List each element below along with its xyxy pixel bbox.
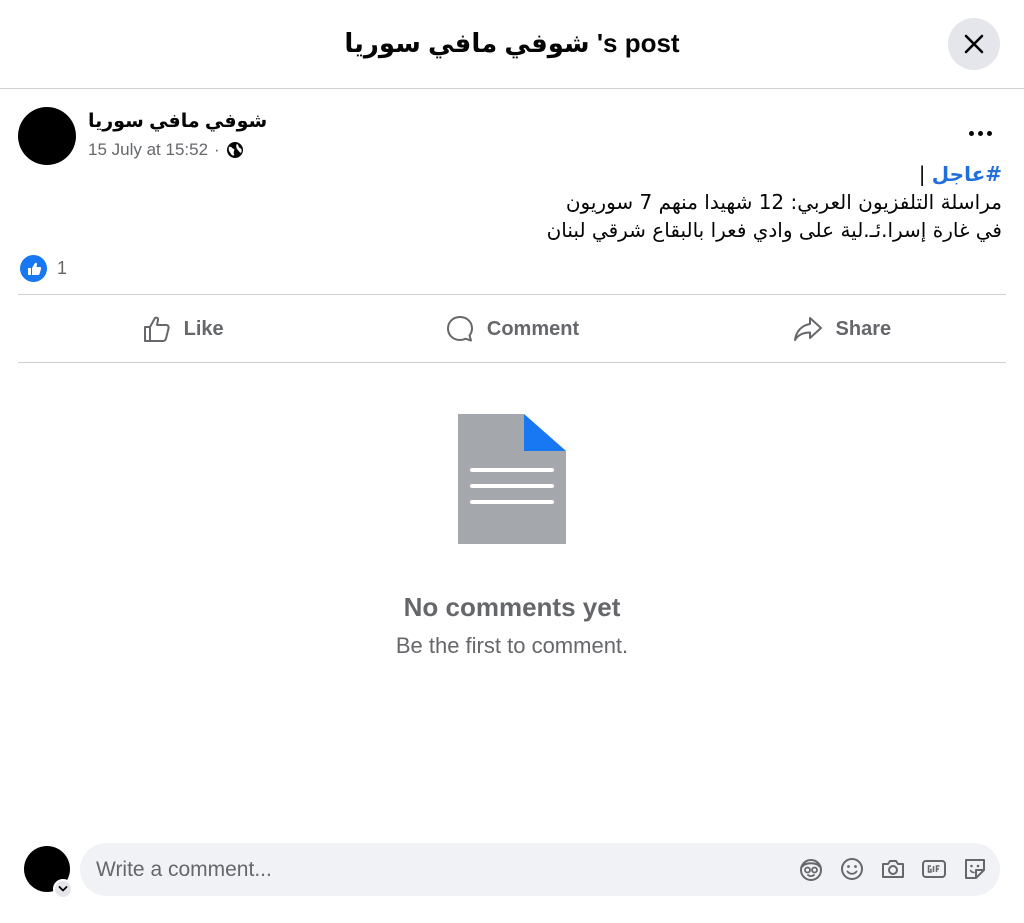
- gif-icon: [921, 859, 946, 878]
- comment-input[interactable]: [96, 843, 776, 896]
- comment-composer: [80, 843, 1000, 896]
- chevron-down-icon: [58, 886, 68, 892]
- gif-button[interactable]: [920, 855, 947, 882]
- camera-icon: [881, 859, 904, 878]
- share-icon: [793, 317, 822, 341]
- reaction-count: 1: [57, 258, 68, 278]
- avatar-switch-button[interactable]: [53, 879, 73, 899]
- avatar-sticker-button[interactable]: [797, 855, 824, 882]
- like-button[interactable]: Like: [18, 296, 347, 362]
- post-meta: 15 July at 15:52 ·: [88, 140, 244, 160]
- reaction-summary[interactable]: 1: [20, 255, 67, 282]
- post-options-button[interactable]: [960, 118, 1000, 148]
- like-reaction-icon: [20, 255, 47, 282]
- empty-comments-title: No comments yet: [403, 592, 621, 622]
- globe-icon[interactable]: [226, 141, 244, 159]
- empty-comments-subtitle: Be the first to comment.: [395, 633, 629, 658]
- more-dot-icon: [977, 130, 983, 136]
- hashtag-suffix: |: [918, 162, 932, 186]
- meta-separator: ·: [214, 140, 220, 159]
- author-avatar[interactable]: [18, 107, 76, 165]
- emoji-button[interactable]: [838, 855, 865, 882]
- author-name[interactable]: شوفي مافي سوريا: [88, 110, 267, 133]
- post-text-line-2: مراسلة التلفزيون العربي: 12 شهيدا منهم 7…: [565, 190, 1002, 214]
- hashtag-link[interactable]: #عاجل: [932, 162, 1002, 186]
- post-timestamp[interactable]: 15 July at 15:52: [88, 140, 208, 160]
- empty-comments: No comments yet Be the first to comment.: [0, 414, 1024, 659]
- emoji-icon: [840, 857, 863, 880]
- post-actions: Like Comment Share: [18, 296, 1006, 362]
- share-button[interactable]: Share: [677, 296, 1006, 362]
- sticker-icon: [964, 858, 985, 879]
- avatar-sticker-icon: [799, 858, 822, 881]
- share-label: Share: [835, 317, 892, 340]
- more-dot-icon: [986, 130, 992, 136]
- photo-button[interactable]: [879, 855, 906, 882]
- close-icon: [964, 34, 984, 54]
- close-button[interactable]: [948, 18, 1000, 70]
- document-icon: [458, 414, 566, 544]
- divider: [18, 362, 1006, 363]
- comment-icon: [446, 316, 473, 342]
- composer-tools: [797, 855, 988, 882]
- comment-label: Comment: [486, 317, 580, 340]
- sticker-button[interactable]: [961, 855, 988, 882]
- like-label: Like: [183, 317, 224, 340]
- more-dot-icon: [968, 130, 974, 136]
- dialog-header: شوفي مافي سوريا 's post: [0, 0, 1024, 89]
- dialog-title: شوفي مافي سوريا 's post: [344, 28, 680, 58]
- comment-button[interactable]: Comment: [347, 296, 676, 362]
- post-text-line-1: #عاجل |: [302, 160, 1002, 188]
- divider: [18, 294, 1006, 295]
- post-text-line-3: في غارة إسرا.ئـ.لية على وادي فعرا بالبقا…: [546, 218, 1002, 242]
- thumbs-up-icon: [143, 316, 170, 342]
- post-text: #عاجل | مراسلة التلفزيون العربي: 12 شهيد…: [302, 160, 1002, 244]
